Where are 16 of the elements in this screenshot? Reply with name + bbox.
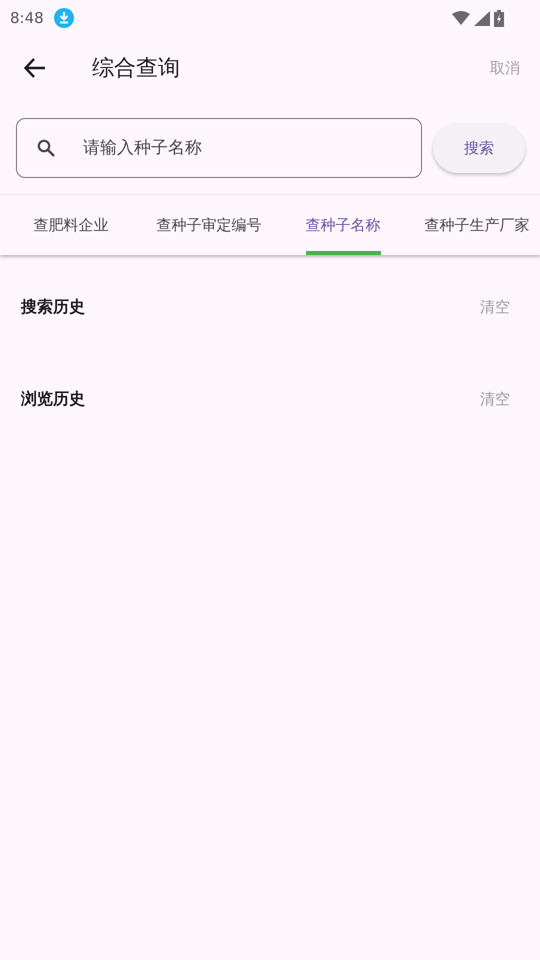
- tab[interactable]: 查种子生产厂家: [410, 195, 540, 255]
- search-button[interactable]: 搜索: [433, 123, 525, 173]
- status-time: 8:48: [10, 9, 44, 27]
- battery-icon: [494, 10, 504, 26]
- download-icon: [54, 8, 74, 28]
- tab[interactable]: 查肥料企业: [0, 195, 142, 255]
- tab[interactable]: 查种子审定编号: [142, 195, 276, 255]
- page-title: 综合查询: [92, 55, 180, 83]
- search-icon: [37, 139, 55, 157]
- back-arrow-icon[interactable]: [24, 58, 46, 78]
- signal-icon: [474, 10, 490, 26]
- tab[interactable]: 查种子名称: [276, 195, 410, 255]
- section-heading: 搜索历史: [21, 296, 85, 318]
- search-field[interactable]: 请输入种子名称: [16, 118, 422, 178]
- section-heading: 浏览历史: [21, 388, 85, 410]
- wifi-icon: [452, 11, 470, 25]
